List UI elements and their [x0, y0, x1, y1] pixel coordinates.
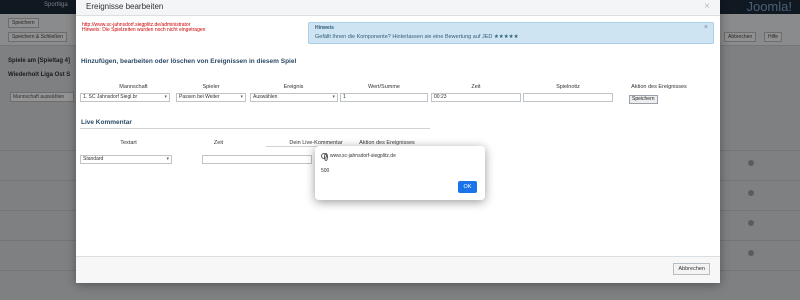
header-live-time: Zeit [213, 140, 224, 146]
header-player: Spieler [202, 84, 220, 90]
text-type-select[interactable]: Standard [80, 155, 172, 164]
header-event: Ereignis [283, 84, 304, 90]
player-select[interactable]: Passen bei Weiter [176, 93, 246, 102]
modal-title: Ereignisse bearbeiten [86, 2, 164, 11]
team-select[interactable]: 1. SC Jahnsdorf Siegl.br [80, 93, 170, 102]
alert-message: 500 [321, 168, 330, 174]
notice-title: Hinweis [315, 25, 334, 31]
notice-close-icon[interactable]: × [704, 24, 708, 31]
section-divider [80, 128, 430, 129]
modal-footer: Abbrechen [76, 256, 720, 283]
debug-warning-text: Hinweis: Die Spielzeiten wurden noch nic… [82, 27, 206, 33]
live-section-title: Live Kommentar [81, 119, 132, 126]
cancel-button[interactable]: Abbrechen [673, 263, 710, 275]
debug-messages: http://www.sc-jahnsdorf.siegplitz.de/adm… [82, 22, 205, 34]
info-notice: Hinweis Gefällt Ihnen die Komponente? Hi… [308, 22, 714, 44]
alert-ok-button[interactable]: OK [458, 181, 477, 193]
time-input[interactable]: 00:23 [431, 93, 521, 102]
modal-header: Ereignisse bearbeiten × [76, 0, 720, 16]
header-note: Spielnotiz [556, 84, 580, 90]
header-text-type: Textart [120, 140, 137, 146]
note-input[interactable] [523, 93, 613, 102]
header-event-action: Aktion des Ereignisses [631, 84, 687, 90]
event-select[interactable]: Auswählen [250, 93, 338, 102]
edit-events-modal: Ereignisse bearbeiten × http://www.sc-ja… [76, 0, 720, 283]
notice-text: Gefällt Ihnen die Komponente? Hinterlass… [315, 34, 519, 40]
header-team: Mannschaft [119, 84, 148, 90]
globe-icon [321, 153, 328, 161]
value-input[interactable]: 1 [340, 93, 428, 102]
live-time-input[interactable] [202, 155, 312, 164]
browser-alert-dialog: www.sc-jahnsdorf-siegplitz.de 500 OK [315, 146, 485, 200]
save-event-button[interactable]: Speichern [629, 95, 658, 104]
header-time: Zeit [471, 84, 481, 90]
header-value: Wert/Summe [368, 84, 400, 90]
close-icon[interactable]: × [704, 1, 710, 12]
alert-origin-host: www.sc-jahnsdorf-siegplitz.de [330, 153, 396, 159]
events-section-title: Hinzufügen, bearbeiten oder löschen von … [81, 58, 297, 65]
